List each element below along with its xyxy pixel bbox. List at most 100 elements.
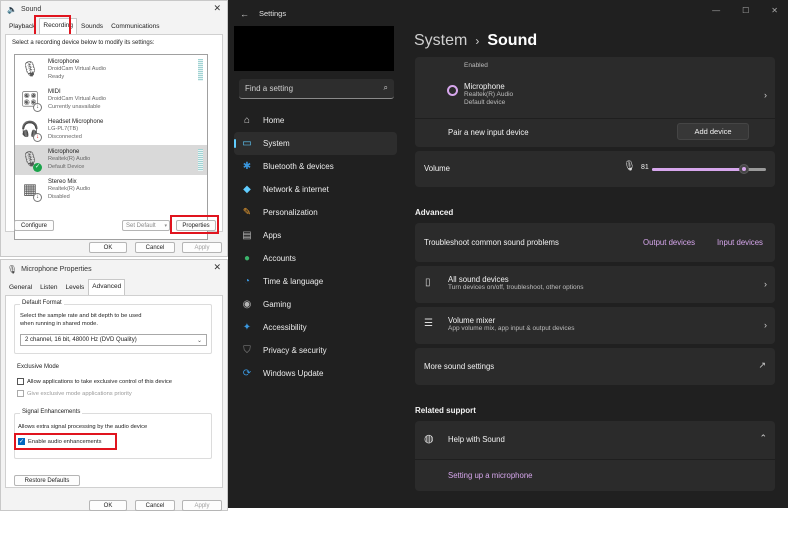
accessibility-icon: ✦ — [242, 322, 252, 333]
signal-enhancements-legend: Signal Enhancements — [20, 409, 83, 415]
settings-window: ← Settings — ☐ ✕ Find a setting ⌕ ⌂ Home … — [228, 0, 788, 508]
enhancements-highlight — [14, 433, 117, 450]
sound-title: Sound — [20, 6, 42, 13]
search-input[interactable]: Find a setting ⌕ — [239, 79, 394, 99]
tab-levels[interactable]: Levels — [61, 279, 88, 295]
list-item[interactable]: 🎧 ↓ Headset Microphone LG-PL7(TB) Disconnec… — [15, 115, 207, 145]
gaming-icon: ◉ — [242, 299, 252, 310]
volume-slider-thumb[interactable] — [739, 164, 750, 174]
level-meter — [198, 59, 203, 81]
list-item[interactable]: 🎙 ✓ Microphone Realtek(R) Audio Default Dev… — [15, 145, 207, 175]
checkbox[interactable] — [17, 390, 24, 397]
sidebar-item-windows-update[interactable]: ⟳ Windows Update — [234, 362, 397, 385]
level-meter — [198, 149, 203, 171]
sidebar-item-personalization[interactable]: ✎ Personalization — [234, 201, 397, 224]
all-sound-devices-row[interactable]: ▯ All sound devices Turn devices on/off,… — [415, 266, 775, 303]
output-devices-link[interactable]: Output devices — [643, 238, 695, 247]
add-device-button[interactable]: Add device — [677, 123, 749, 140]
open-external-icon: ↗ — [758, 360, 766, 370]
ok-button[interactable]: OK — [89, 500, 127, 511]
microphone-icon: 🎙 — [623, 161, 636, 172]
midi-device-icon: 🎛 ↓ — [19, 88, 42, 112]
sidebar-item-gaming[interactable]: ◉ Gaming — [234, 293, 397, 316]
cancel-button[interactable]: Cancel — [135, 242, 175, 253]
speaker-device-icon: ▯ — [425, 277, 431, 288]
network-icon: ◆ — [243, 184, 251, 195]
headset-icon: 🎧 ↓ — [19, 118, 42, 142]
chevron-right-icon: › — [764, 90, 767, 100]
mic-tabs: General Listen Levels Advanced — [5, 279, 223, 295]
list-item[interactable]: ▦ ↓ Stereo Mix Realtek(R) Audio Disabled — [15, 175, 207, 205]
sidebar-item-label: Accounts — [263, 254, 296, 263]
maximize-icon[interactable]: ☐ — [742, 6, 749, 15]
volume-slider-fill — [652, 168, 745, 171]
page-title: Sound — [487, 32, 538, 49]
device-driver: Realtek(R) Audio — [48, 186, 91, 193]
chevron-right-icon: › — [764, 320, 767, 330]
sidebar-item-label: Time & language — [263, 277, 324, 286]
volume-slider[interactable] — [652, 164, 766, 174]
volume-value: 81 — [641, 164, 649, 171]
apply-button[interactable]: Apply — [182, 242, 222, 253]
restore-defaults-button[interactable]: Restore Defaults — [14, 475, 80, 486]
list-item[interactable]: 🎙 Microphone DroidCam Virtual Audio Ready — [15, 55, 207, 85]
tab-sounds[interactable]: Sounds — [77, 18, 107, 34]
exclusive-control-checkbox[interactable]: Allow applications to take exclusive con… — [17, 378, 172, 385]
tab-general[interactable]: General — [5, 279, 36, 295]
help-with-sound-row[interactable]: ◍ Help with Sound ⌃ — [415, 421, 775, 459]
device-status: Default Device — [48, 163, 85, 170]
window-controls: — ☐ ✕ — [712, 6, 778, 15]
sidebar-item-time-language[interactable]: ◔ Time & language — [234, 270, 397, 293]
related-support-heading: Related support — [415, 406, 476, 415]
tab-communications[interactable]: Communications — [107, 18, 163, 34]
microphone-properties-dialog: 🎙 Microphone Properties ✕ General Listen… — [0, 259, 228, 511]
close-icon[interactable]: ✕ — [213, 3, 221, 14]
volume-label: Volume — [424, 164, 451, 173]
input-device-row[interactable]: Microphone Realtek(R) Audio Default devi… — [415, 79, 775, 115]
sidebar-item-label: Gaming — [263, 300, 292, 309]
device-name: MIDI — [48, 88, 61, 95]
ok-button[interactable]: OK — [89, 242, 127, 253]
sidebar-item-bluetooth[interactable]: ✱ Bluetooth & devices — [234, 155, 397, 178]
sidebar-item-network[interactable]: ◆ Network & internet — [234, 178, 397, 201]
close-icon[interactable]: ✕ — [213, 262, 221, 273]
sidebar-item-home[interactable]: ⌂ Home — [234, 109, 397, 132]
home-icon: ⌂ — [243, 115, 251, 126]
set-default-button[interactable]: Set Default ▾ — [122, 220, 170, 231]
setting-up-microphone-link[interactable]: Setting up a microphone — [448, 471, 533, 480]
stereo-mix-icon: ▦ ↓ — [19, 178, 42, 202]
back-arrow-icon[interactable]: ← — [240, 9, 249, 19]
close-icon[interactable]: ✕ — [771, 6, 778, 15]
apply-button[interactable]: Apply — [182, 500, 222, 511]
mixer-icon: ☰ — [424, 318, 433, 329]
device-driver: LG-PL7(TB) — [48, 126, 79, 133]
update-icon: ⟳ — [242, 368, 252, 379]
volume-mixer-row[interactable]: ☰ Volume mixer App volume mix, app input… — [415, 307, 775, 344]
list-item[interactable]: 🎛 ↓ MIDI DroidCam Virtual Audio Currently u… — [15, 85, 207, 115]
search-icon[interactable]: ⌕ — [384, 83, 388, 93]
sidebar-item-privacy[interactable]: ⛉ Privacy & security — [234, 339, 397, 362]
more-sound-settings-row[interactable]: More sound settings ↗ — [415, 348, 775, 385]
sidebar-item-label: Network & internet — [263, 185, 329, 194]
exclusive-priority-checkbox[interactable]: Give exclusive mode applications priorit… — [17, 390, 132, 397]
device-name: Headset Microphone — [48, 118, 104, 125]
sidebar-item-accounts[interactable]: ● Accounts — [234, 247, 397, 270]
tab-listen[interactable]: Listen — [36, 279, 61, 295]
configure-button[interactable]: Configure — [14, 220, 54, 231]
sidebar-item-apps[interactable]: ▤ Apps — [234, 224, 397, 247]
sidebar-item-accessibility[interactable]: ✦ Accessibility — [234, 316, 397, 339]
checkbox[interactable] — [17, 378, 24, 385]
sidebar-nav: ⌂ Home ▭ System ✱ Bluetooth & devices ◆ Netw… — [234, 109, 397, 385]
radio-selected-icon[interactable] — [447, 85, 458, 96]
device-driver: DroidCam Virtual Audio — [48, 96, 107, 103]
input-devices-link[interactable]: Input devices — [717, 238, 763, 247]
minimize-icon[interactable]: — — [712, 6, 720, 15]
tab-advanced[interactable]: Advanced — [88, 279, 126, 295]
sidebar-item-system[interactable]: ▭ System — [234, 132, 397, 155]
accounts-icon: ● — [243, 253, 251, 264]
cancel-button[interactable]: Cancel — [135, 500, 175, 511]
breadcrumb-parent[interactable]: System — [414, 32, 467, 49]
format-select[interactable]: 2 channel, 16 bit, 48000 Hz (DVD Quality… — [20, 334, 207, 346]
recording-panel: Select a recording device below to modif… — [5, 34, 223, 240]
settings-titlebar: ← Settings — ☐ ✕ — [228, 0, 788, 27]
